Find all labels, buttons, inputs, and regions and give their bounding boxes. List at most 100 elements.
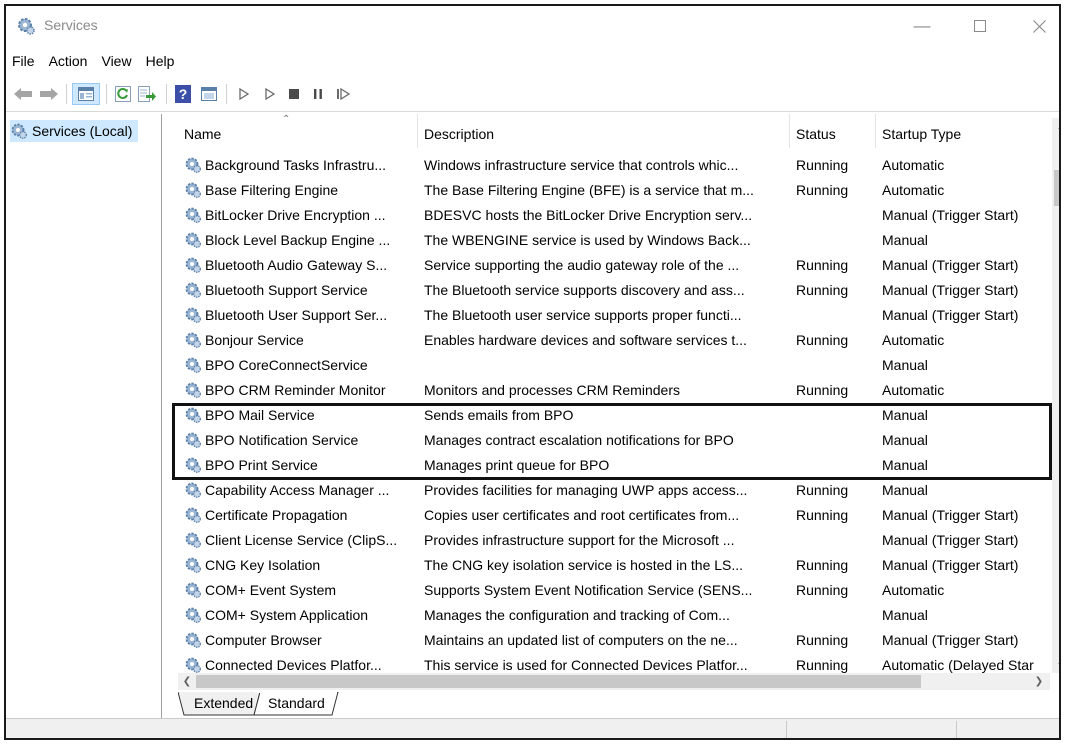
service-description: The Bluetooth user service supports prop…: [424, 306, 742, 323]
menu-file[interactable]: File: [6, 50, 42, 74]
start-service-button[interactable]: [234, 83, 254, 105]
resume-service-icon: [337, 88, 350, 100]
refresh-button[interactable]: [112, 83, 134, 105]
service-status: Running: [796, 256, 849, 273]
window-title: Services: [44, 17, 98, 33]
service-name: COM+ System Application: [178, 606, 418, 624]
help-button[interactable]: ?: [172, 83, 194, 105]
minimize-button[interactable]: —: [899, 6, 945, 46]
export-list-button[interactable]: [136, 83, 158, 105]
service-gear-icon: [185, 657, 201, 673]
service-name-text: BitLocker Drive Encryption ...: [205, 206, 386, 223]
table-row[interactable]: Background Tasks Infrastru... Windows inf…: [178, 152, 1038, 177]
resume-service-button[interactable]: [332, 83, 354, 105]
table-row[interactable]: BitLocker Drive Encryption ... BDESVC hos…: [178, 202, 1038, 227]
service-name: BPO CoreConnectService: [178, 356, 418, 374]
column-header-name[interactable]: ⌃ Name: [178, 114, 418, 148]
column-name-label: Name: [184, 126, 222, 142]
service-name-text: Base Filtering Engine: [205, 181, 339, 198]
service-name-text: BPO CoreConnectService: [205, 356, 368, 373]
show-hide-tree-button[interactable]: [72, 83, 100, 105]
tree-item-label: Services (Local): [32, 123, 133, 139]
service-name: Base Filtering Engine: [178, 181, 418, 199]
back-button[interactable]: [12, 83, 34, 105]
table-row[interactable]: BPO CRM Reminder Monitor Monitors and pro…: [178, 377, 1038, 402]
table-row[interactable]: Certificate Propagation Copies user certi…: [178, 502, 1038, 527]
column-header-description[interactable]: Description: [418, 114, 790, 148]
service-startup-type: Automatic: [882, 581, 945, 598]
table-row[interactable]: CNG Key Isolation The CNG key isolation s…: [178, 552, 1038, 577]
tab-standard[interactable]: Standard: [268, 692, 325, 716]
vertical-scroll-thumb[interactable]: [1054, 170, 1059, 206]
menu-action[interactable]: Action: [42, 50, 95, 74]
start-service-alt-button[interactable]: [260, 83, 280, 105]
toolbar-separator: [106, 84, 107, 104]
menu-view[interactable]: View: [94, 50, 138, 74]
table-row[interactable]: COM+ Event System Supports System Event N…: [178, 577, 1038, 602]
table-row[interactable]: BPO CoreConnectService Manual: [178, 352, 1038, 377]
service-gear-icon: [185, 607, 201, 623]
service-description: The WBENGINE service is used by Windows …: [424, 231, 751, 248]
pause-service-button[interactable]: [308, 83, 328, 105]
tree-item-services-local[interactable]: Services (Local): [10, 120, 139, 142]
service-status: Running: [796, 481, 849, 498]
service-name-text: Bonjour Service: [205, 331, 304, 348]
table-row[interactable]: Block Level Backup Engine ... The WBENGIN…: [178, 227, 1038, 252]
scroll-right-button[interactable]: ❯: [1030, 673, 1048, 690]
close-button[interactable]: [1016, 6, 1059, 46]
service-name-text: BPO CRM Reminder Monitor: [205, 381, 386, 398]
column-header-startup-type[interactable]: Startup Type: [876, 114, 1038, 148]
table-row[interactable]: Bluetooth User Support Ser... The Bluetoo…: [178, 302, 1038, 327]
table-row[interactable]: Bonjour Service Enables hardware devices …: [178, 327, 1038, 352]
maximize-button[interactable]: [957, 6, 1003, 46]
service-startup-type: Manual: [882, 231, 928, 248]
service-name-text: Bluetooth User Support Ser...: [205, 306, 388, 323]
service-startup-type: Automatic: [882, 331, 945, 348]
service-status: Running: [796, 331, 849, 348]
status-divider: [956, 721, 957, 738]
toolbar-separator: [226, 84, 227, 104]
service-status: Running: [796, 631, 849, 648]
properties-button[interactable]: [198, 83, 220, 105]
close-icon: [1032, 19, 1046, 33]
service-name: Client License Service (ClipS...: [178, 531, 418, 549]
service-gear-icon: [185, 307, 201, 323]
chevron-up-icon: ▲: [1057, 121, 1059, 131]
vertical-scrollbar[interactable]: ▲ ▼: [1052, 118, 1059, 673]
service-name: Bluetooth Audio Gateway S...: [178, 256, 418, 274]
table-row[interactable]: Bluetooth Support Service The Bluetooth s…: [178, 277, 1038, 302]
column-header-status[interactable]: Status: [790, 114, 876, 148]
services-window: Services — File Action View Help ? Servi…: [4, 4, 1061, 740]
horizontal-scroll-thumb[interactable]: [196, 675, 921, 688]
service-startup-type: Manual (Trigger Start): [882, 631, 1019, 648]
table-row[interactable]: Computer Browser Maintains an updated lis…: [178, 627, 1038, 652]
horizontal-scrollbar[interactable]: ❮ ❯: [178, 673, 1050, 690]
menu-bar: File Action View Help: [6, 50, 181, 74]
stop-service-icon: [289, 89, 299, 99]
service-description: The Bluetooth service supports discovery…: [424, 281, 745, 298]
table-row[interactable]: Bluetooth Audio Gateway S... Service supp…: [178, 252, 1038, 277]
service-gear-icon: [185, 157, 201, 173]
service-status: Running: [796, 656, 849, 673]
scroll-left-button[interactable]: ❮: [178, 673, 196, 690]
table-row[interactable]: Capability Access Manager ... Provides fa…: [178, 477, 1038, 502]
service-status: Running: [796, 381, 849, 398]
scroll-down-button[interactable]: ▼: [1052, 657, 1059, 673]
forward-button[interactable]: [38, 83, 60, 105]
service-gear-icon: [185, 507, 201, 523]
table-row[interactable]: Base Filtering Engine The Base Filtering …: [178, 177, 1038, 202]
table-row[interactable]: Client License Service (ClipS... Provides…: [178, 527, 1038, 552]
service-name-text: COM+ Event System: [205, 581, 337, 598]
service-status: Running: [796, 556, 849, 573]
service-name: Block Level Backup Engine ...: [178, 231, 418, 249]
toolbar: ?: [6, 76, 1059, 112]
tab-extended[interactable]: Extended: [194, 692, 253, 716]
service-gear-icon: [185, 182, 201, 198]
menu-help[interactable]: Help: [139, 50, 182, 74]
stop-service-button[interactable]: [284, 83, 304, 105]
table-row[interactable]: COM+ System Application Manages the confi…: [178, 602, 1038, 627]
service-description: Provides infrastructure support for the …: [424, 531, 735, 548]
service-gear-icon: [185, 382, 201, 398]
service-name-text: Block Level Backup Engine ...: [205, 231, 391, 248]
scroll-up-button[interactable]: ▲: [1052, 118, 1059, 134]
